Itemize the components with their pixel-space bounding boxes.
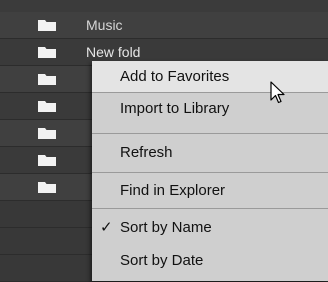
mouse-pointer-icon [270, 81, 286, 110]
folder-icon [38, 101, 56, 112]
folder-icon [38, 155, 56, 166]
menu-separator [92, 133, 328, 134]
checkmark-icon: ✓ [100, 219, 113, 236]
context-menu: Add to Favorites Import to Library Refre… [92, 61, 328, 281]
menu-item-label: Sort by Date [120, 252, 204, 269]
menu-item-label: Sort by Name [120, 219, 212, 236]
menu-separator [92, 172, 328, 173]
browser-row-label: Music [86, 17, 123, 33]
folder-icon [38, 20, 56, 31]
menu-item-refresh[interactable]: Refresh [92, 137, 328, 168]
menu-item-import-to-library[interactable]: Import to Library [92, 93, 328, 124]
browser-row-music[interactable]: Music [0, 12, 328, 39]
menu-item-label: Refresh [120, 144, 173, 161]
folder-icon [38, 47, 56, 58]
menu-item-sort-by-date[interactable]: Sort by Date [92, 245, 328, 276]
menu-item-find-in-explorer[interactable]: Find in Explorer [92, 175, 328, 206]
folder-icon [38, 128, 56, 139]
menu-item-sort-by-name[interactable]: ✓ Sort by Name [92, 212, 328, 243]
folder-icon [38, 182, 56, 193]
browser-row-label: New fold [86, 44, 141, 60]
menu-item-add-to-favorites[interactable]: Add to Favorites [92, 61, 328, 92]
menu-item-label: Add to Favorites [120, 68, 230, 85]
menu-item-label: Import to Library [120, 100, 230, 117]
folder-icon [38, 74, 56, 85]
menu-separator [92, 208, 328, 209]
menu-item-label: Find in Explorer [120, 182, 226, 199]
